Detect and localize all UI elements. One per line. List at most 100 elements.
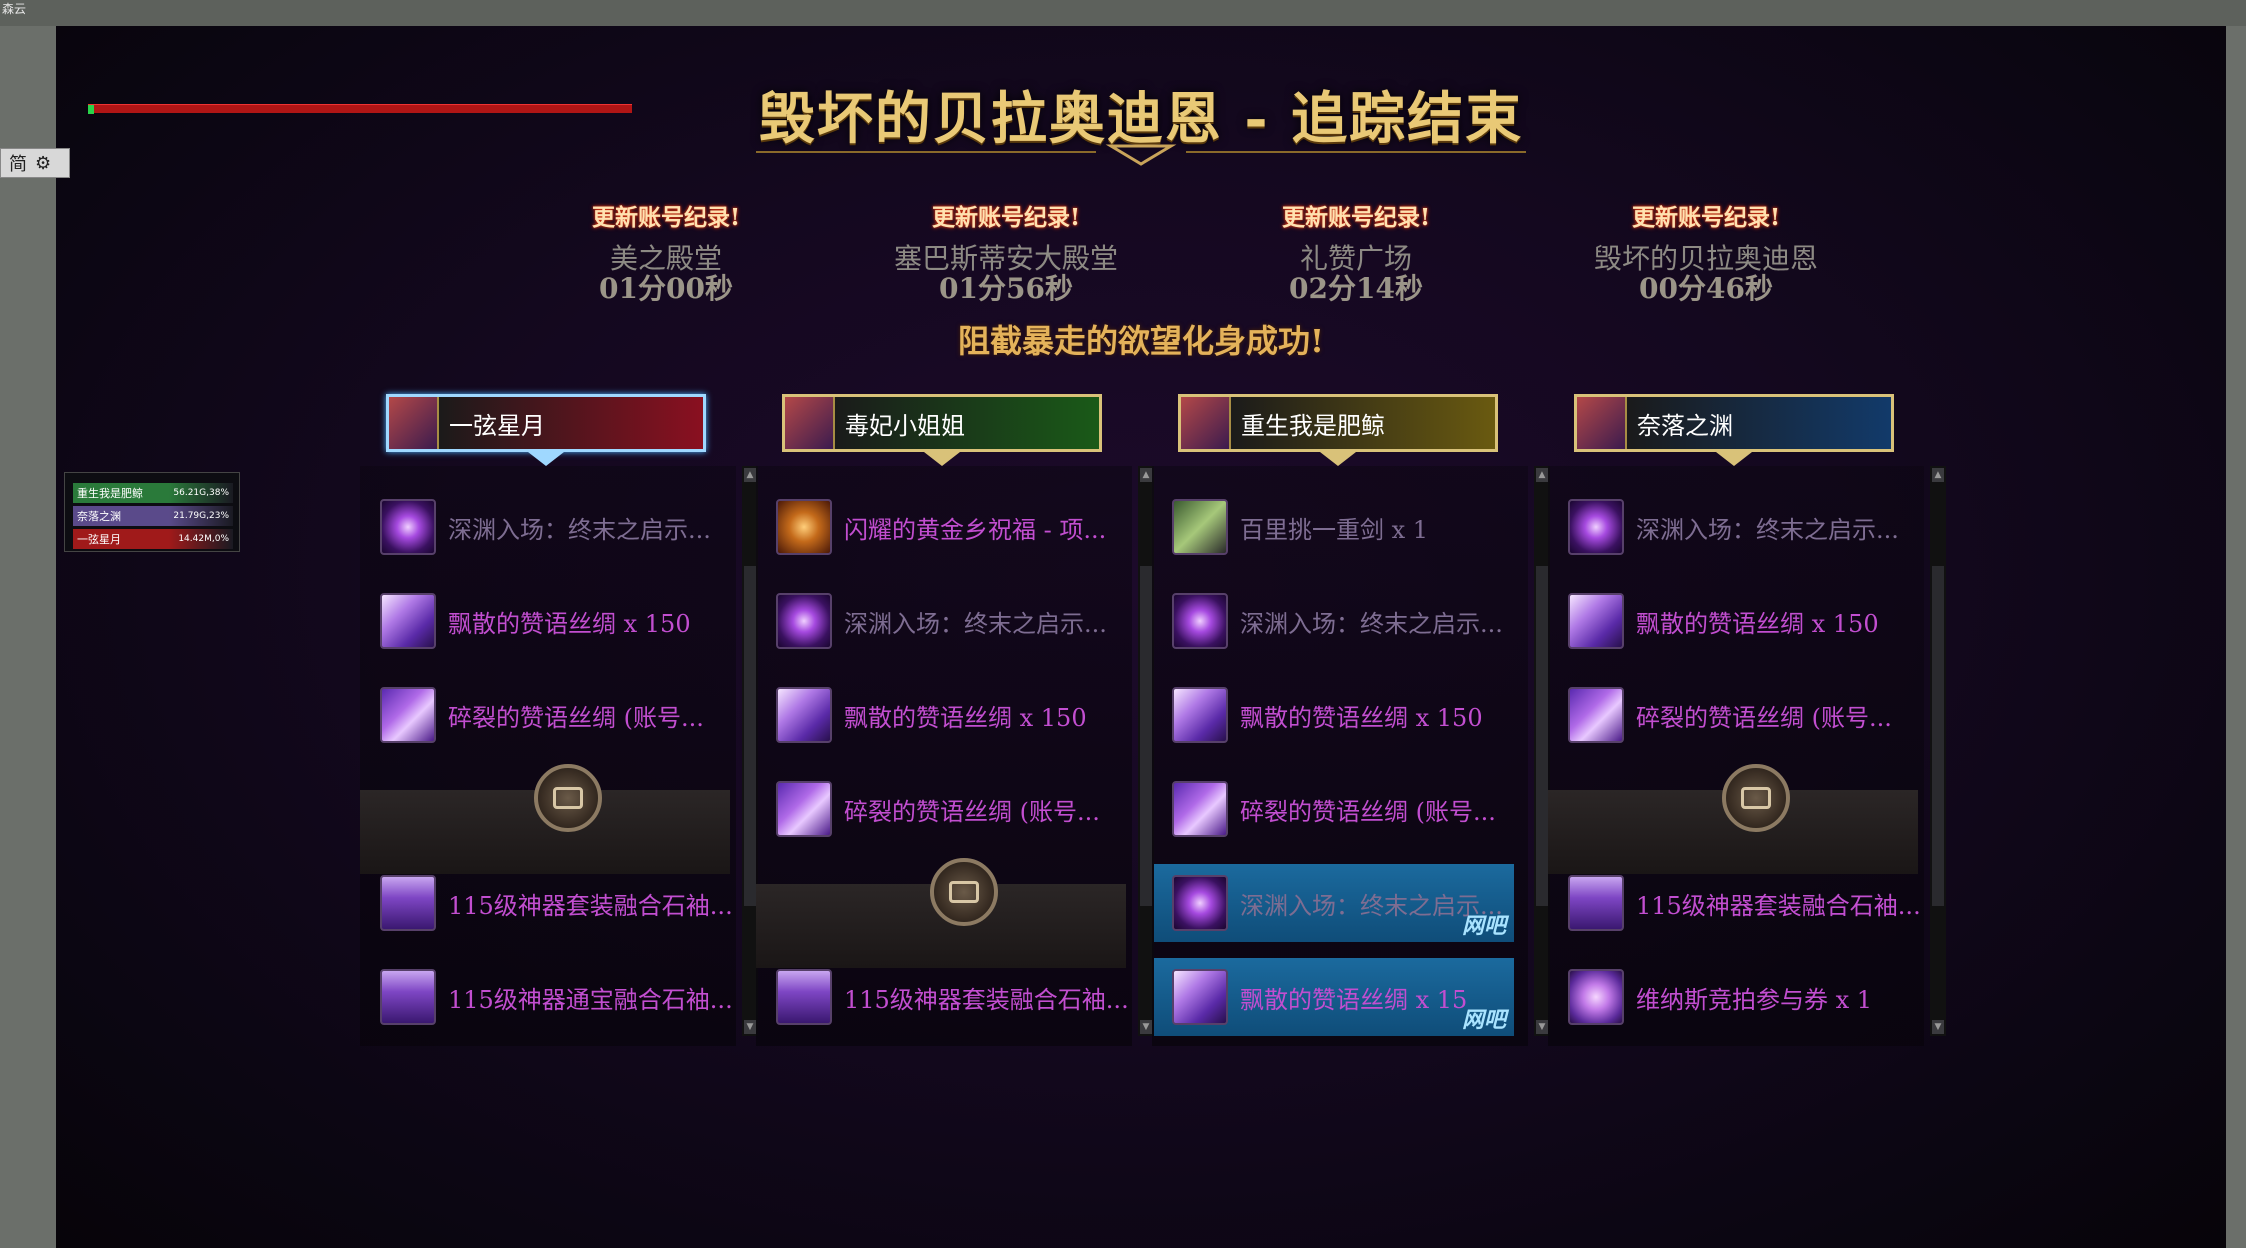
player-name: 奈落之渊 (1637, 411, 1733, 440)
reward-icon (776, 593, 832, 649)
chest-icon[interactable] (1722, 764, 1790, 832)
reward-item[interactable]: 115级神器套装融合石袖... (776, 958, 1136, 1036)
scroll-up-arrow[interactable]: ▲ (1140, 468, 1152, 482)
window-top-bar: 森云 (0, 0, 2246, 26)
reward-icon (776, 969, 832, 1025)
record-place: 塞巴斯蒂安大殿堂 (893, 242, 1118, 275)
reward-item[interactable]: 闪耀的黄金乡祝福 - 项... (776, 488, 1136, 566)
reward-icon (1568, 875, 1624, 931)
reward-label: 飘散的赞语丝绸 x 150 (1636, 609, 1879, 638)
reward-label: 碎裂的赞语丝绸 (账号... (1240, 797, 1496, 826)
reward-label: 115级神器套装融合石袖... (448, 891, 733, 920)
reward-item[interactable]: 深渊入场：终末之启示... (776, 582, 1136, 660)
reward-item[interactable]: 飘散的赞语丝绸 x 150 (776, 676, 1136, 754)
reward-icon (1568, 687, 1624, 743)
reward-label: 碎裂的赞语丝绸 (账号... (844, 797, 1100, 826)
reward-item[interactable]: 115级神器套装融合石袖... (1568, 864, 1928, 942)
dps-row: 一弦星月 14.42M,0% (73, 529, 233, 549)
scroll-up-arrow[interactable]: ▲ (744, 468, 756, 482)
gear-icon[interactable]: ⚙ (35, 153, 51, 174)
reward-item[interactable]: 飘散的赞语丝绸 x 150 (1172, 676, 1532, 754)
reward-item[interactable]: 飘散的赞语丝绸 x 15 网吧 (1154, 958, 1514, 1036)
record-heading: 更新账号纪录! (931, 204, 1081, 231)
reward-label: 深渊入场：终末之启示... (1636, 515, 1899, 544)
reward-icon (776, 687, 832, 743)
scroll-thumb[interactable] (1140, 566, 1152, 906)
scroll-up-arrow[interactable]: ▲ (1536, 468, 1548, 482)
reward-item[interactable]: 碎裂的赞语丝绸 (账号... (776, 770, 1136, 848)
chest-icon[interactable] (534, 764, 602, 832)
corner-label: 森云 (2, 2, 27, 16)
reward-item[interactable]: 深渊入场：终末之启示... (1172, 582, 1532, 660)
reward-label: 飘散的赞语丝绸 x 150 (1240, 703, 1483, 732)
record-block: 更新账号纪录! 美之殿堂 01分00秒 (516, 198, 816, 304)
reward-icon (1568, 969, 1624, 1025)
reward-icon (380, 499, 436, 555)
reward-icon (1172, 875, 1228, 931)
record-place: 毁坏的贝拉奥迪恩 (1593, 242, 1818, 275)
success-message: 阻截暴走的欲望化身成功! (957, 322, 1325, 360)
reward-item[interactable]: 深渊入场：终末之启示... (1568, 488, 1928, 566)
reward-label: 115级神器套装融合石袖... (1636, 891, 1921, 920)
reward-item[interactable]: 碎裂的赞语丝绸 (账号... (1568, 676, 1928, 754)
dps-value: 14.42M,0% (178, 534, 229, 544)
player-name: 一弦星月 (449, 411, 545, 440)
reward-item[interactable]: 碎裂的赞语丝绸 (账号... (380, 676, 740, 754)
reward-item[interactable]: 飘散的赞语丝绸 x 150 (380, 582, 740, 660)
player-avatar (785, 397, 835, 449)
language-switch[interactable]: 简 ⚙ (0, 148, 70, 178)
player-card[interactable]: 毒妃小姐姐 (782, 394, 1102, 452)
reward-item[interactable]: 深渊入场：终末之启示... (380, 488, 740, 566)
left-desktop-strip (0, 26, 56, 1248)
reward-label: 深渊入场：终末之启示... (844, 609, 1107, 638)
record-block: 更新账号纪录! 毁坏的贝拉奥迪恩 00分46秒 (1556, 198, 1856, 304)
chest-glyph (553, 787, 583, 809)
dps-meter[interactable]: 重生我是肥鲸 56.21G,38% 奈落之渊 21.79G,23% 一弦星月 14.42M… (64, 472, 240, 552)
player-card-pointer (528, 452, 564, 466)
reward-item[interactable]: 碎裂的赞语丝绸 (账号... (1172, 770, 1532, 848)
scroll-thumb[interactable] (1536, 566, 1548, 906)
reward-item[interactable]: 维纳斯竞拍参与券 x 1 (1568, 958, 1928, 1036)
dps-row: 重生我是肥鲸 56.21G,38% (73, 483, 233, 503)
record-place: 美之殿堂 (609, 242, 722, 275)
scroll-down-arrow[interactable]: ▼ (744, 1020, 756, 1034)
player-card-pointer (1716, 452, 1752, 466)
dps-value: 56.21G,38% (173, 488, 229, 498)
scroll-down-arrow[interactable]: ▼ (1140, 1020, 1152, 1034)
player-card[interactable]: 一弦星月 (386, 394, 706, 452)
reward-icon (1172, 781, 1228, 837)
dps-name: 重生我是肥鲸 (77, 487, 143, 500)
player-card[interactable]: 奈落之渊 (1574, 394, 1894, 452)
dps-value: 21.79G,23% (173, 511, 229, 521)
dps-name: 一弦星月 (77, 533, 121, 546)
reward-item[interactable]: 百里挑一重剑 x 1 (1172, 488, 1532, 566)
scroll-thumb[interactable] (744, 566, 756, 906)
reward-label: 飘散的赞语丝绸 x 15 (1240, 985, 1468, 1014)
reward-label: 碎裂的赞语丝绸 (账号... (448, 703, 704, 732)
scroll-down-arrow[interactable]: ▼ (1536, 1020, 1548, 1034)
reward-label: 百里挑一重剑 x 1 (1240, 515, 1429, 544)
scroll-up-arrow[interactable]: ▲ (1932, 468, 1944, 482)
right-desktop-strip (2226, 26, 2246, 1248)
reward-icon (380, 593, 436, 649)
scroll-thumb[interactable] (1932, 566, 1944, 906)
title-ornament (756, 144, 1526, 166)
reward-item[interactable]: 深渊入场：终末之启示... 网吧 (1154, 864, 1514, 942)
reward-icon (776, 781, 832, 837)
player-card[interactable]: 重生我是肥鲸 (1178, 394, 1498, 452)
chest-icon[interactable] (930, 858, 998, 926)
reward-label: 深渊入场：终末之启示... (1240, 609, 1503, 638)
reward-label: 飘散的赞语丝绸 x 150 (448, 609, 691, 638)
reward-item[interactable]: 115级神器通宝融合石袖... (380, 958, 740, 1036)
scroll-down-arrow[interactable]: ▼ (1932, 1020, 1944, 1034)
reward-icon (1172, 593, 1228, 649)
reward-item[interactable]: 飘散的赞语丝绸 x 150 (1568, 582, 1928, 660)
scrollbar[interactable]: ▲ ▼ (1930, 466, 1946, 1036)
reward-item[interactable]: 115级神器套装融合石袖... (380, 864, 740, 942)
dps-row: 奈落之渊 21.79G,23% (73, 506, 233, 526)
record-heading: 更新账号纪录! (591, 204, 741, 231)
lang-label: 简 (9, 154, 27, 175)
record-heading: 更新账号纪录! (1281, 204, 1431, 231)
record-place: 礼赞广场 (1299, 242, 1412, 275)
record-block: 更新账号纪录! 礼赞广场 02分14秒 (1206, 198, 1506, 304)
